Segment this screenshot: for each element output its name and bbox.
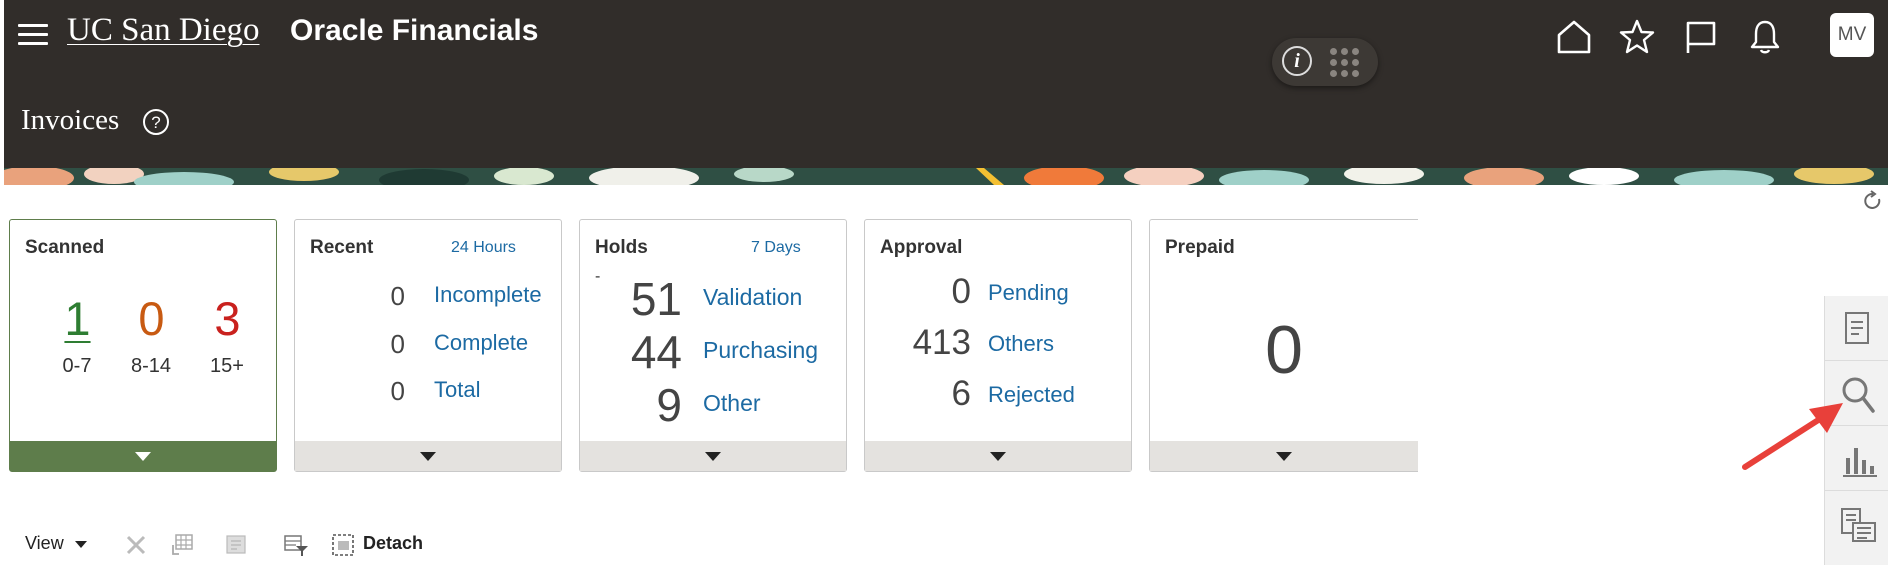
- bucket-label: 0-7: [62, 355, 92, 377]
- tile-expand-button[interactable]: [295, 441, 561, 471]
- hamburger-menu-icon[interactable]: [18, 22, 50, 48]
- chevron-down-icon: [990, 452, 1006, 461]
- detach-button[interactable]: Detach: [363, 533, 423, 554]
- tile-title: Recent: [310, 237, 374, 258]
- app-name: Oracle Financials: [290, 14, 539, 47]
- tile-expand-button[interactable]: [580, 441, 846, 471]
- chevron-down-icon: [705, 452, 721, 461]
- period-link[interactable]: 7 Days: [751, 239, 801, 257]
- caret-down-icon: [74, 540, 87, 548]
- validation-link[interactable]: Validation: [703, 284, 802, 311]
- floating-toolbar: i: [1272, 38, 1378, 86]
- annotation-arrow-icon: [1742, 403, 1843, 470]
- rejected-link[interactable]: Rejected: [988, 382, 1075, 408]
- query-by-example-icon[interactable]: [283, 532, 309, 558]
- incomplete-link[interactable]: Incomplete: [434, 282, 542, 308]
- scanned-count-8-14: 0: [138, 292, 165, 345]
- bucket-label: 8-14: [130, 355, 172, 377]
- prepaid-count[interactable]: 0: [1150, 316, 1418, 384]
- approval-count: 413: [912, 323, 971, 362]
- approval-count: 0: [951, 272, 971, 311]
- freeze-columns-icon[interactable]: [170, 532, 196, 558]
- document-icon: [1845, 312, 1869, 344]
- recent-count: 0: [390, 281, 405, 311]
- refresh-icon[interactable]: [1862, 190, 1884, 212]
- chevron-down-icon: [1276, 452, 1292, 461]
- other-link[interactable]: Other: [703, 390, 761, 417]
- others-link[interactable]: Others: [988, 331, 1054, 357]
- home-icon[interactable]: [1555, 18, 1593, 56]
- holds-count: 51: [630, 273, 682, 325]
- scanned-count-15-plus: 3: [214, 292, 241, 345]
- apps-grid-icon[interactable]: [1330, 48, 1360, 78]
- rail-tasks-button[interactable]: [1825, 296, 1888, 361]
- scanned-tile[interactable]: Scanned 1 0 3 0-7 8-14 15+: [9, 219, 277, 472]
- recent-tile: Recent 24 Hours 0 Incomplete 0 Complete …: [294, 219, 562, 472]
- help-icon[interactable]: ?: [143, 109, 169, 135]
- complete-link[interactable]: Complete: [434, 330, 528, 356]
- detach-icon[interactable]: [330, 532, 356, 558]
- flag-icon[interactable]: [1682, 18, 1720, 56]
- list-icon: [1841, 508, 1876, 542]
- chevron-down-icon: [135, 452, 151, 461]
- bell-icon[interactable]: [1746, 18, 1784, 56]
- info-icon[interactable]: i: [1282, 46, 1312, 76]
- purchasing-link[interactable]: Purchasing: [703, 337, 818, 364]
- tile-expand-button[interactable]: [10, 441, 276, 471]
- tile-title: Holds: [595, 237, 648, 258]
- period-link[interactable]: 24 Hours: [451, 239, 516, 257]
- approval-count: 6: [951, 374, 971, 413]
- tile-expand-button[interactable]: [865, 441, 1131, 471]
- brand-logo[interactable]: UC San Diego: [67, 12, 260, 49]
- tile-expand-button[interactable]: [1150, 441, 1418, 471]
- tile-title: Prepaid: [1165, 237, 1235, 258]
- view-menu[interactable]: View: [25, 533, 87, 554]
- delete-icon[interactable]: [123, 532, 149, 558]
- chevron-down-icon: [420, 452, 436, 461]
- view-label: View: [25, 533, 64, 553]
- tile-title: Approval: [880, 237, 963, 258]
- recent-count: 0: [390, 376, 405, 406]
- total-link[interactable]: Total: [434, 377, 480, 403]
- approval-tile: Approval 0 Pending 413 Others 6 Rejected: [864, 219, 1132, 472]
- rail-list-button[interactable]: [1825, 491, 1888, 555]
- user-avatar[interactable]: MV: [1830, 13, 1874, 57]
- star-icon[interactable]: [1618, 18, 1656, 56]
- recent-count: 0: [390, 329, 405, 359]
- holds-tile: Holds 7 Days - 51 Validation 44 Purchasi…: [579, 219, 847, 472]
- decorative-banner: [4, 168, 1888, 185]
- scanned-count-0-7[interactable]: 1: [55, 295, 100, 342]
- pending-link[interactable]: Pending: [988, 280, 1069, 306]
- tile-title: Scanned: [25, 237, 105, 258]
- holds-count: 44: [630, 326, 682, 378]
- global-header: UC San Diego Oracle Financials i MV Invo…: [4, 0, 1888, 168]
- bucket-label: 15+: [210, 355, 244, 377]
- wrap-icon[interactable]: [224, 532, 250, 558]
- page-title: Invoices: [21, 104, 120, 136]
- prepaid-tile: Prepaid 0: [1149, 219, 1418, 472]
- holds-count: 9: [656, 379, 682, 431]
